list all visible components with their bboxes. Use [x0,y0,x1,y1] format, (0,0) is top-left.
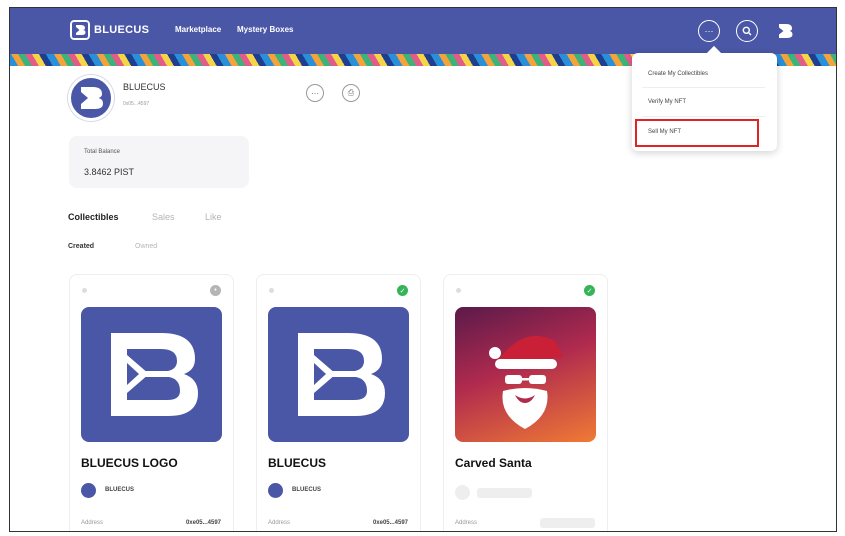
menu-divider [642,87,765,88]
clock-icon: • [214,287,217,294]
verified-badge: ✓ [584,285,595,296]
balance-value: 3.8462 PIST [84,167,135,177]
creator-avatar [81,483,96,498]
card-title: BLUECUS [268,456,327,470]
bluecus-logo-icon [111,333,198,416]
pending-badge: • [210,285,221,296]
profile-more-button[interactable]: ⋯ [306,84,324,102]
nft-card[interactable]: • BLUECUS LOGO BLUECUS Address 0xe05...4… [69,274,234,531]
nav-mystery-boxes[interactable]: Mystery Boxes [237,25,293,34]
address-label: Address [455,520,478,526]
nav-marketplace[interactable]: Marketplace [175,25,221,34]
santa-icon [489,335,563,429]
balance-card: Total Balance 3.8462 PIST [69,136,249,188]
creator-name: BLUECUS [105,487,135,493]
share-button[interactable]: ⎙ [342,84,360,102]
avatar [68,75,114,121]
nft-card[interactable]: ✓ Carved Santa Address [443,274,608,531]
menu-divider [642,116,765,117]
subtab-owned[interactable]: Owned [135,243,157,250]
share-icon: ⎙ [347,88,355,97]
card-indicator [82,288,87,293]
nft-image [268,307,409,442]
creator-name: BLUECUS [292,487,322,493]
subtab-created[interactable]: Created [68,243,94,250]
nft-image [455,307,596,442]
check-icon: ✓ [399,287,406,295]
address-value-placeholder [540,518,595,528]
profile-address: 0x05...4597 [123,101,150,107]
card-indicator [269,288,274,293]
more-icon: ⋯ [704,25,714,36]
bluecus-logo-icon [298,333,385,416]
profile-name: BLUECUS [123,82,166,92]
bluecus-logo-icon [70,20,90,40]
bluecus-logo-icon [779,24,793,38]
sell-nft-highlight-box [635,119,759,147]
address-value: 0xe05...4597 [372,520,408,526]
search-icon [742,26,752,36]
app-window: BLUECUS Marketplace Mystery Boxes ⋯ BLUE… [9,7,837,532]
menu-item-create-collectibles[interactable]: Create My Collectibles [648,71,708,77]
creator-avatar [268,483,283,498]
search-button[interactable] [736,20,758,42]
creator-avatar-placeholder [455,485,470,500]
nft-card[interactable]: ✓ BLUECUS BLUECUS Address 0xe05...4597 [256,274,421,531]
card-title: Carved Santa [455,456,532,470]
tab-like[interactable]: Like [205,212,222,222]
tab-sales[interactable]: Sales [152,212,175,222]
nft-image [81,307,222,442]
address-value: 0xe05...4597 [185,520,221,526]
balance-label: Total Balance [84,149,121,155]
bluecus-logo[interactable]: BLUECUS [70,20,149,40]
logo-text: BLUECUS [94,24,150,36]
card-title: BLUECUS LOGO [81,456,178,470]
tab-collectibles[interactable]: Collectibles [68,212,119,222]
profile-button[interactable] [774,20,796,42]
bluecus-logo-icon [81,87,103,109]
menu-item-verify-nft[interactable]: Verify My NFT [648,99,686,105]
address-label: Address [268,520,291,526]
creator-name-placeholder [477,488,532,498]
card-indicator [456,288,461,293]
verified-badge: ✓ [397,285,408,296]
more-button[interactable]: ⋯ [698,20,720,42]
more-icon: ⋯ [311,88,319,98]
address-label: Address [81,520,104,526]
check-icon: ✓ [586,287,593,295]
